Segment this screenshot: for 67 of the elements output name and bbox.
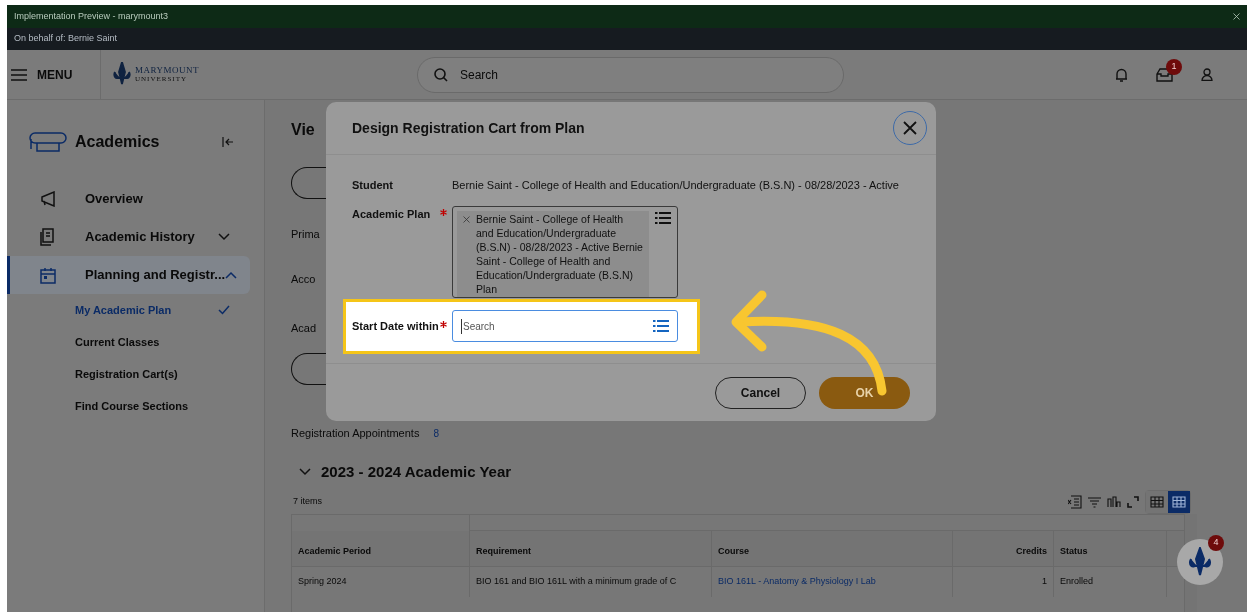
search-icon [434,67,448,82]
chevron-icon [225,271,238,279]
user-icon[interactable] [1201,68,1213,81]
spreadsheet-icon[interactable] [1068,495,1082,509]
sidebar-title: Academics [75,132,161,152]
list-icon [655,210,671,225]
chevron-icon [299,468,311,476]
multiselect-field[interactable]: Bernie Saint - College of Health and Education/Undergraduate (B.S.N) - 08/28/2023 - Active Bernie Saint - College of Health and Education/Undergraduate (B.S.N) Plan [452,205,678,298]
expand-icon[interactable] [1127,496,1139,508]
sidebar-subitem[interactable]: Current Classes [7,326,264,358]
required-asterisk-icon [440,208,447,216]
search-field[interactable]: Search [452,310,678,342]
page-heading: Vie [291,120,315,140]
bar-chart-icon[interactable] [1107,496,1121,508]
document-icon [40,228,56,246]
table-cell: BIO 161 and BIO 161L with a minimum grade of C [470,567,712,597]
fleur-de-lis-icon [1188,547,1212,577]
grid-icon [1150,496,1164,508]
grid-icon [1172,496,1186,508]
field-label: Academic Plan [352,206,431,222]
bell-icon[interactable] [1115,66,1128,83]
sidebar-subitem[interactable]: Registration Cart(s) [7,358,264,390]
graduation-cap-icon [29,131,67,153]
on-behalf-label: On behalf of: Bernie Saint [14,32,118,46]
environment-title: Implementation Preview - marymount3 [14,9,169,23]
list-icon [653,319,669,333]
section-title: 2023 - 2024 Academic Year [321,461,512,482]
field-label: Start Date within [352,318,439,334]
grid-view-toggle[interactable] [1168,491,1190,513]
field-label: Acco [291,272,316,287]
megaphone-icon [40,191,58,207]
required-asterisk-icon [440,320,447,328]
menu-icon [11,68,27,81]
field-label: Acad [291,321,317,336]
table-cell: Enrolled [1054,567,1167,597]
sidebar-subitem[interactable]: My Academic Plan [7,294,264,326]
item-count: 7 items [293,495,322,509]
close-icon[interactable] [903,121,917,135]
logo-wordmark: MARYMOUNT [135,66,199,75]
column-header[interactable]: Academic Period [292,531,470,566]
field-label: Prima [291,227,320,242]
notification-badge: 1 [1166,58,1182,75]
ok-button[interactable]: OK [819,376,910,409]
collapse-icon[interactable] [222,137,234,147]
field-label: Student [352,178,393,193]
sidebar-item[interactable]: Academic History [7,218,250,256]
table-cell: Spring 2024 [292,567,470,597]
column-header[interactable]: Requirement [470,531,712,566]
table-cell: 1 [953,567,1054,597]
field-label: Registration Appointments [291,425,420,441]
menu-button[interactable]: MENU [7,50,101,99]
chevron-icon [218,233,230,241]
sidebar-subitem[interactable]: Find Course Sections [7,390,264,422]
field-value: Bernie Saint - College of Health and Education/Undergraduate (B.S.N) - 08/28/2023 - Active [452,178,899,193]
column-header[interactable]: Status [1054,531,1167,566]
dialog-title: Design Registration Cart from Plan [352,118,585,138]
inbox-icon[interactable] [1156,67,1173,82]
appointment-count-link[interactable]: 8 [433,425,439,441]
sidebar-item[interactable]: Planning and Registr... [7,256,250,294]
column-header[interactable]: Credits [953,531,1054,566]
sidebar-item[interactable]: Overview [7,180,250,218]
check-icon [218,305,230,315]
column-header[interactable]: Course [712,531,953,566]
selected-pill[interactable]: Bernie Saint - College of Health and Education/Undergraduate (B.S.N) - 08/28/2023 - Active Bernie Saint - College of Health and Education/Undergraduate (B.S.N) Plan [457,210,649,297]
remove-icon[interactable] [463,215,470,223]
search-field[interactable]: Search [417,56,844,93]
calendar-icon [40,266,56,284]
